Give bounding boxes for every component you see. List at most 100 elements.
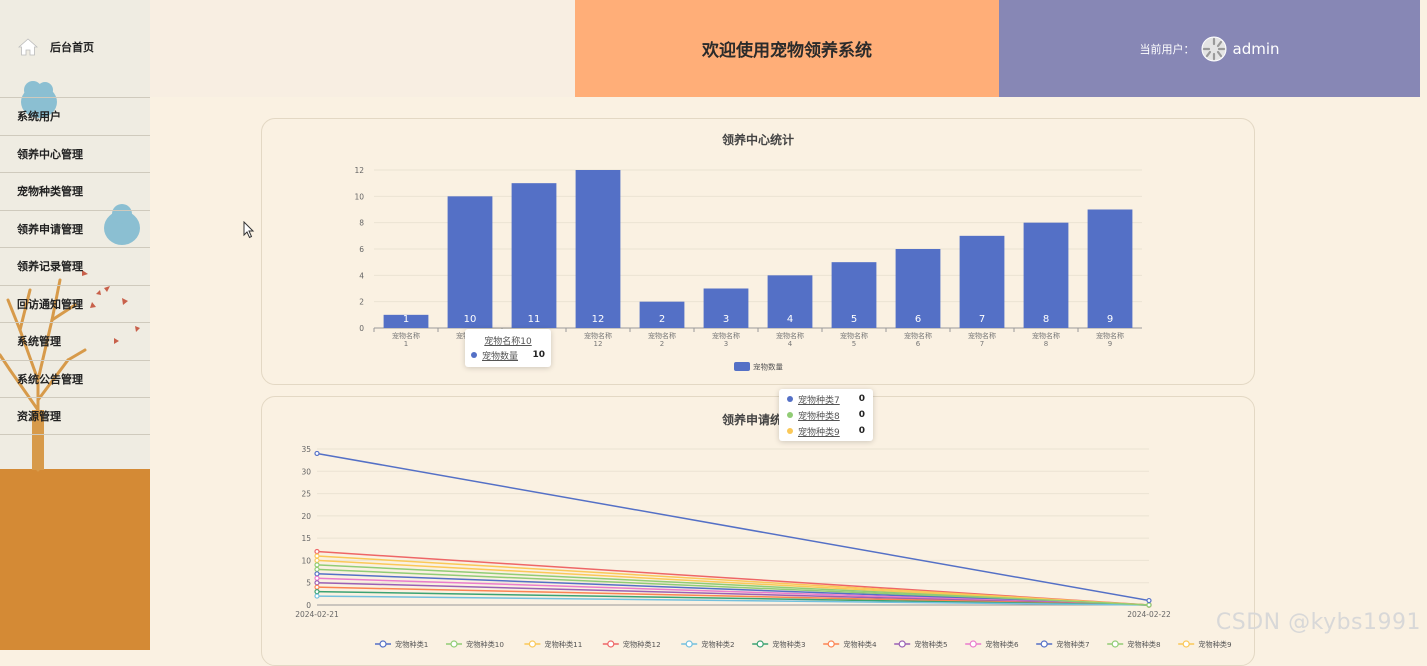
data-point bbox=[314, 450, 320, 457]
sidebar-item-system-users[interactable]: 系统用户 bbox=[0, 97, 150, 135]
x-tick-label: 5 bbox=[852, 340, 856, 348]
username[interactable]: admin bbox=[1233, 40, 1280, 58]
legend-label: 宠物种类11 bbox=[544, 640, 582, 649]
mouse-cursor-icon bbox=[243, 221, 255, 239]
x-tick-label: 宠物名称 bbox=[904, 331, 932, 340]
tooltip-value: 0 bbox=[858, 410, 865, 420]
bar bbox=[1087, 209, 1133, 328]
tooltip-series-name: 宠物数量 bbox=[482, 351, 519, 362]
bar-value-label: 7 bbox=[979, 314, 985, 325]
legend-marker bbox=[685, 640, 693, 648]
sidebar-item-resources[interactable]: 资源管理 bbox=[0, 397, 150, 435]
sidebar-item-label: 系统管理 bbox=[17, 335, 61, 349]
legend-label: 宠物种类4 bbox=[843, 640, 877, 649]
current-user-area: 当前用户： admin bbox=[999, 0, 1420, 97]
adoption-center-bar-chart: 0246810121宠物名称110宠物名称1011宠物名称1112宠物名称122… bbox=[354, 166, 1142, 372]
x-tick-label: 6 bbox=[916, 340, 921, 348]
bar-value-label: 2 bbox=[659, 314, 665, 325]
page-title: 欢迎使用宠物领养系统 bbox=[575, 0, 999, 97]
y-tick-label: 12 bbox=[354, 166, 364, 175]
legend-label: 宠物种类8 bbox=[1127, 640, 1161, 649]
legend-marker bbox=[969, 640, 977, 648]
legend-label: 宠物种类7 bbox=[1056, 640, 1089, 649]
legend-marker bbox=[756, 640, 764, 648]
data-point bbox=[314, 562, 320, 568]
data-point bbox=[314, 589, 320, 595]
data-point bbox=[314, 571, 320, 577]
y-tick-label: 10 bbox=[354, 192, 364, 201]
tooltip-series-name: 宠物种类7 bbox=[798, 395, 840, 406]
legend-marker bbox=[1040, 640, 1048, 648]
data-point bbox=[314, 548, 320, 555]
legend-label: 宠物种类9 bbox=[1198, 640, 1232, 649]
y-tick-label: 6 bbox=[359, 245, 364, 254]
bar-value-label: 11 bbox=[528, 314, 541, 325]
y-tick-label: 15 bbox=[301, 534, 311, 543]
legend-label: 宠物种类1 bbox=[395, 640, 428, 649]
sidebar-item-system-management[interactable]: 系统管理 bbox=[0, 322, 150, 360]
legend-label: 宠物种类6 bbox=[985, 640, 1019, 649]
data-point bbox=[1146, 602, 1152, 608]
sidebar-item-label: 系统用户 bbox=[17, 110, 61, 124]
legend-label: 宠物种类10 bbox=[466, 640, 504, 649]
legend-marker bbox=[1182, 640, 1190, 648]
legend-label: 宠物种类12 bbox=[623, 640, 661, 649]
bar-value-label: 8 bbox=[1043, 314, 1049, 325]
x-tick-label: 宠物名称 bbox=[392, 331, 420, 340]
adoption-center-chart-panel: 领养中心统计 0246810121宠物名称110宠物名称1011宠物名称1112… bbox=[261, 118, 1255, 385]
x-tick-label: 宠物名称 bbox=[1096, 331, 1124, 340]
y-tick-label: 2 bbox=[359, 298, 364, 307]
x-tick-label: 1 bbox=[404, 340, 408, 348]
sidebar-item-adoption-center[interactable]: 领养中心管理 bbox=[0, 134, 150, 173]
bar-value-label: 6 bbox=[915, 314, 921, 325]
adoption-application-line-chart: 0 5 10 15 20 25 30 35 2024-02-21 2024-02-22 宠物种类1 宠… bbox=[295, 445, 1232, 649]
tooltip-series-name: 宠物种类8 bbox=[798, 411, 840, 422]
legend-label: 宠物种类3 bbox=[772, 640, 805, 649]
y-tick-label: 10 bbox=[301, 556, 311, 565]
tooltip-series-name: 宠物种类9 bbox=[798, 427, 840, 438]
sidebar-home[interactable]: 后台首页 bbox=[18, 36, 94, 58]
sidebar-item-label: 回访通知管理 bbox=[17, 297, 83, 311]
sidebar-item-adoption-applications[interactable]: 领养申请管理 bbox=[0, 209, 150, 248]
ground-decoration bbox=[0, 469, 150, 650]
y-tick-label: 20 bbox=[301, 512, 311, 521]
x-tick-label: 宠物名称 bbox=[1032, 331, 1060, 340]
legend-marker bbox=[607, 640, 615, 648]
x-tick-label: 8 bbox=[1044, 340, 1048, 348]
sidebar-item-pet-types[interactable]: 宠物种类管理 bbox=[0, 172, 150, 210]
y-tick-label: 35 bbox=[301, 445, 311, 454]
tooltip-series-dot bbox=[471, 352, 477, 358]
sidebar-item-announcements[interactable]: 系统公告管理 bbox=[0, 359, 150, 398]
legend-marker bbox=[898, 640, 906, 648]
x-tick-label: 宠物名称 bbox=[776, 331, 804, 340]
sidebar-item-followup-notices[interactable]: 回访通知管理 bbox=[0, 284, 150, 323]
sidebar-item-label: 资源管理 bbox=[17, 409, 61, 423]
y-tick-label: 5 bbox=[306, 579, 311, 588]
watermark: CSDN @kybs1991 bbox=[1215, 610, 1421, 635]
tooltip-value: 10 bbox=[532, 350, 545, 360]
x-tick-label: 4 bbox=[788, 340, 793, 348]
tooltip-title: 宠物名称10 bbox=[484, 336, 532, 347]
tooltip-value: 0 bbox=[858, 394, 865, 404]
y-tick-label: 0 bbox=[306, 601, 311, 610]
header-left bbox=[150, 0, 575, 97]
tooltip-series-dot bbox=[787, 412, 793, 418]
x-tick-label: 9 bbox=[1108, 340, 1112, 348]
sidebar-item-adoption-records[interactable]: 领养记录管理 bbox=[0, 247, 150, 285]
line-chart-tooltip: 宠物种类7 0 宠物种类8 0 宠物种类9 0 bbox=[779, 389, 873, 441]
x-tick-label: 3 bbox=[724, 340, 728, 348]
data-point bbox=[314, 580, 320, 586]
avatar-icon[interactable] bbox=[1201, 36, 1227, 62]
x-tick-label: 宠物名称 bbox=[584, 331, 612, 340]
x-tick-label: 宠物名称 bbox=[712, 331, 740, 340]
bar-value-label: 5 bbox=[851, 314, 857, 325]
tooltip-value: 0 bbox=[858, 426, 865, 436]
y-tick-label: 8 bbox=[359, 219, 364, 228]
y-tick-label: 25 bbox=[301, 490, 311, 499]
adoption-application-chart-panel: 领养申请统计 0 5 10 15 20 25 30 35 2024-02-21 2024-02-2… bbox=[261, 389, 1255, 666]
x-tick-label: 7 bbox=[980, 340, 984, 348]
sidebar-item-label: 宠物种类管理 bbox=[17, 185, 83, 199]
bar-value-label: 3 bbox=[723, 314, 729, 325]
bar-chart-tooltip: 宠物名称10 宠物数量 10 bbox=[465, 329, 551, 367]
bar-value-label: 10 bbox=[464, 314, 477, 325]
